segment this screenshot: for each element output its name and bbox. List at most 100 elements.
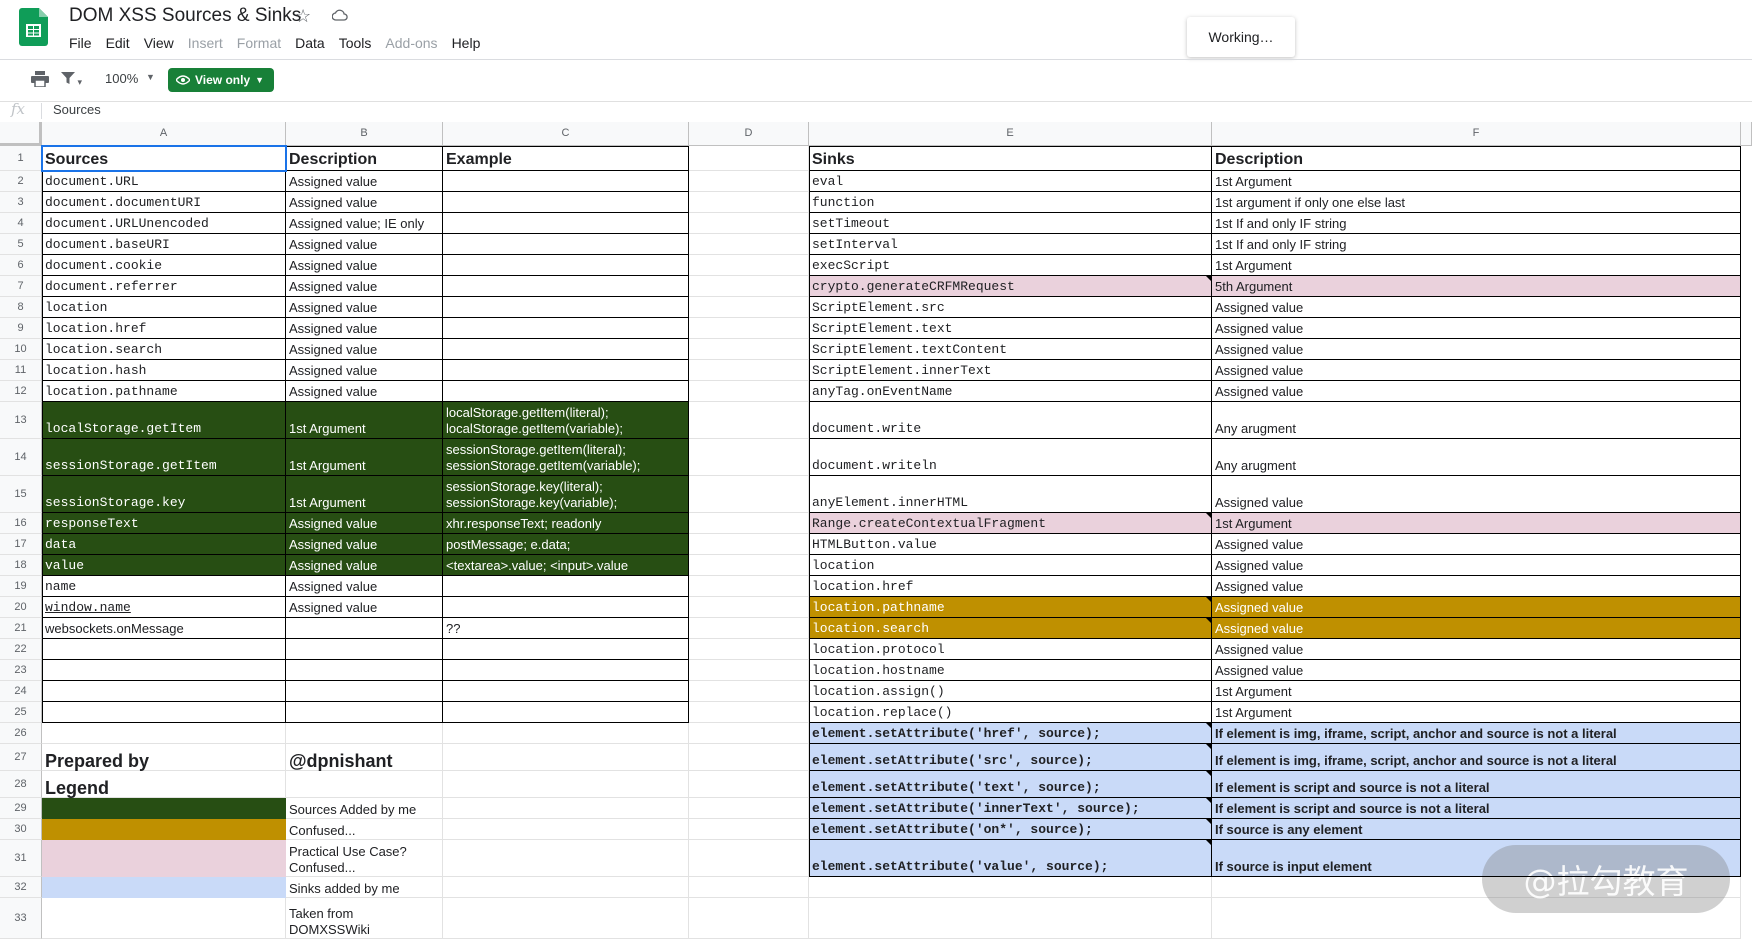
row-header-12[interactable]: 12 — [0, 381, 42, 402]
cell-f15[interactable]: Assigned value — [1212, 476, 1741, 513]
cell-a23[interactable] — [42, 660, 286, 681]
grid-cell[interactable] — [689, 339, 809, 360]
cell-f5[interactable]: 1st If and only IF string — [1212, 234, 1741, 255]
grid-cell[interactable] — [689, 597, 809, 618]
cell-f10[interactable]: Assigned value — [1212, 339, 1741, 360]
row-header-24[interactable]: 24 — [0, 681, 42, 702]
cell-a22[interactable] — [42, 639, 286, 660]
cell-f28[interactable]: If element is script and source is not a… — [1212, 771, 1741, 798]
row-header-19[interactable]: 19 — [0, 576, 42, 597]
cell-a7[interactable]: document.referrer — [42, 276, 286, 297]
grid-cell[interactable] — [689, 255, 809, 276]
cell-a21[interactable]: websockets.onMessage — [42, 618, 286, 639]
cell-f7[interactable]: 5th Argument — [1212, 276, 1741, 297]
grid-cell[interactable] — [689, 192, 809, 213]
cell-c7[interactable] — [443, 276, 689, 297]
row-header-22[interactable]: 22 — [0, 639, 42, 660]
column-header-e[interactable]: E — [809, 122, 1212, 146]
cell-c14[interactable]: sessionStorage.getItem(literal); session… — [443, 439, 689, 476]
cell-a25[interactable] — [42, 702, 286, 723]
row-header-8[interactable]: 8 — [0, 297, 42, 318]
cell-a12[interactable]: location.pathname — [42, 381, 286, 402]
grid-cell[interactable] — [689, 513, 809, 534]
cell-e11[interactable]: ScriptElement.innerText — [809, 360, 1212, 381]
row-header-9[interactable]: 9 — [0, 318, 42, 339]
row-header-10[interactable]: 10 — [0, 339, 42, 360]
cell-a15[interactable]: sessionStorage.key — [42, 476, 286, 513]
row-header-23[interactable]: 23 — [0, 660, 42, 681]
grid-cell[interactable] — [286, 771, 443, 798]
cell-f17[interactable]: Assigned value — [1212, 534, 1741, 555]
cell-f30[interactable]: If source is any element — [1212, 819, 1741, 840]
cell-b32[interactable]: Sinks added by me — [286, 877, 443, 898]
menu-edit[interactable]: Edit — [99, 34, 137, 52]
grid-cell[interactable] — [689, 381, 809, 402]
cell-b33[interactable]: Taken from DOMXSSWiki — [286, 898, 443, 939]
cell-f16[interactable]: 1st Argument — [1212, 513, 1741, 534]
grid-cell[interactable] — [689, 402, 809, 439]
cell-f6[interactable]: 1st Argument — [1212, 255, 1741, 276]
cell-e1[interactable]: Sinks — [809, 146, 1212, 171]
row-header-27[interactable]: 27 — [0, 744, 42, 771]
row-header-11[interactable]: 11 — [0, 360, 42, 381]
grid-cell[interactable] — [689, 439, 809, 476]
menu-file[interactable]: File — [62, 34, 99, 52]
cell-c24[interactable] — [443, 681, 689, 702]
column-header-b[interactable]: B — [286, 122, 443, 146]
cell-f21[interactable]: Assigned value — [1212, 618, 1741, 639]
cell-e21[interactable]: location.search — [809, 618, 1212, 639]
cell-b17[interactable]: Assigned value — [286, 534, 443, 555]
cell-a16[interactable]: responseText — [42, 513, 286, 534]
grid-cell[interactable] — [689, 681, 809, 702]
cloud-status-icon[interactable] — [332, 9, 348, 21]
grid-cell[interactable] — [689, 297, 809, 318]
cell-b13[interactable]: 1st Argument — [286, 402, 443, 439]
row-header-7[interactable]: 7 — [0, 276, 42, 297]
comment-indicator-icon[interactable] — [1206, 819, 1212, 825]
cell-a28[interactable]: Legend — [42, 771, 286, 798]
cell-b5[interactable]: Assigned value — [286, 234, 443, 255]
document-title[interactable]: DOM XSS Sources & Sinks — [69, 5, 301, 27]
cell-f14[interactable]: Any arugment — [1212, 439, 1741, 476]
row-header-13[interactable]: 13 — [0, 402, 42, 439]
cell-c25[interactable] — [443, 702, 689, 723]
grid-cell[interactable] — [443, 877, 689, 898]
cell-f18[interactable]: Assigned value — [1212, 555, 1741, 576]
cell-f24[interactable]: 1st Argument — [1212, 681, 1741, 702]
cell-b27[interactable]: @dpnishant — [286, 744, 443, 771]
cell-e10[interactable]: ScriptElement.textContent — [809, 339, 1212, 360]
print-icon[interactable] — [31, 71, 49, 87]
cell-f3[interactable]: 1st argument if only one else last — [1212, 192, 1741, 213]
cell-a31[interactable] — [42, 840, 286, 877]
row-header-26[interactable]: 26 — [0, 723, 42, 744]
row-header-15[interactable]: 15 — [0, 476, 42, 513]
cell-e9[interactable]: ScriptElement.text — [809, 318, 1212, 339]
cell-a6[interactable]: document.cookie — [42, 255, 286, 276]
cell-e23[interactable]: location.hostname — [809, 660, 1212, 681]
cell-a8[interactable]: location — [42, 297, 286, 318]
cell-b10[interactable]: Assigned value — [286, 339, 443, 360]
comment-indicator-icon[interactable] — [1206, 840, 1212, 846]
cell-b18[interactable]: Assigned value — [286, 555, 443, 576]
cell-a32[interactable] — [42, 877, 286, 898]
grid-cell[interactable] — [443, 819, 689, 840]
cell-c9[interactable] — [443, 318, 689, 339]
menu-data[interactable]: Data — [288, 34, 332, 52]
cell-b11[interactable]: Assigned value — [286, 360, 443, 381]
column-header-a[interactable]: A — [42, 122, 286, 146]
cell-c15[interactable]: sessionStorage.key(literal); sessionStor… — [443, 476, 689, 513]
row-header-2[interactable]: 2 — [0, 171, 42, 192]
cell-e25[interactable]: location.replace() — [809, 702, 1212, 723]
cell-f12[interactable]: Assigned value — [1212, 381, 1741, 402]
cell-b8[interactable]: Assigned value — [286, 297, 443, 318]
comment-indicator-icon[interactable] — [1206, 597, 1212, 603]
cell-c23[interactable] — [443, 660, 689, 681]
cell-a30[interactable] — [42, 819, 286, 840]
grid-cell[interactable] — [809, 877, 1212, 898]
grid-cell[interactable] — [689, 639, 809, 660]
row-header-31[interactable]: 31 — [0, 840, 42, 877]
cell-e15[interactable]: anyElement.innerHTML — [809, 476, 1212, 513]
comment-indicator-icon[interactable] — [1206, 513, 1212, 519]
column-header-d[interactable]: D — [689, 122, 809, 146]
cell-a2[interactable]: document.URL — [42, 171, 286, 192]
